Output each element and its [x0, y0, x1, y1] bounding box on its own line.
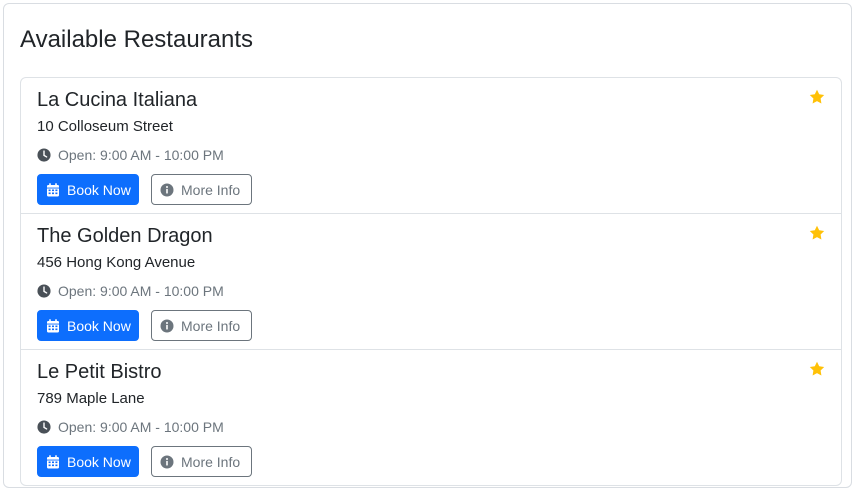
restaurant-address: 789 Maple Lane: [37, 390, 145, 407]
hours-text: Open: 9:00 AM - 10:00 PM: [58, 283, 224, 299]
restaurant-card: La Cucina Italiana 10 Colloseum Street O…: [21, 78, 841, 214]
calendar-icon: [47, 454, 59, 468]
more-info-button[interactable]: More Info: [151, 446, 252, 477]
star-icon[interactable]: [809, 225, 825, 241]
restaurant-actions: Book Now More Info: [37, 446, 252, 477]
book-now-button[interactable]: Book Now: [37, 174, 139, 205]
restaurant-actions: Book Now More Info: [37, 174, 252, 205]
restaurant-actions: Book Now More Info: [37, 310, 252, 341]
book-now-button[interactable]: Book Now: [37, 446, 139, 477]
star-icon[interactable]: [809, 361, 825, 377]
more-info-button[interactable]: More Info: [151, 310, 252, 341]
clock-icon: [37, 420, 51, 434]
info-circle-icon: [160, 319, 174, 332]
restaurant-card: Le Petit Bistro 789 Maple Lane Open: 9:0…: [21, 350, 841, 485]
more-info-label: More Info: [181, 453, 241, 470]
more-info-button[interactable]: More Info: [151, 174, 252, 205]
restaurants-panel: Available Restaurants La Cucina Italiana…: [3, 3, 852, 488]
hours-text: Open: 9:00 AM - 10:00 PM: [58, 419, 224, 435]
restaurant-address: 456 Hong Kong Avenue: [37, 254, 196, 271]
clock-icon: [37, 148, 51, 162]
page-title: Available Restaurants: [20, 26, 254, 53]
restaurant-name: Le Petit Bistro: [37, 361, 162, 383]
book-now-button[interactable]: Book Now: [37, 310, 139, 341]
info-circle-icon: [160, 183, 174, 196]
restaurant-name: The Golden Dragon: [37, 225, 213, 247]
book-now-label: Book Now: [67, 453, 131, 470]
info-circle-icon: [160, 455, 174, 468]
calendar-icon: [47, 318, 59, 332]
book-now-label: Book Now: [67, 181, 131, 198]
restaurant-address: 10 Colloseum Street: [37, 118, 173, 135]
more-info-label: More Info: [181, 181, 241, 198]
calendar-icon: [47, 182, 59, 196]
more-info-label: More Info: [181, 317, 241, 334]
restaurant-card: The Golden Dragon 456 Hong Kong Avenue O…: [21, 214, 841, 350]
restaurant-name: La Cucina Italiana: [37, 89, 198, 111]
book-now-label: Book Now: [67, 317, 131, 334]
restaurant-list: La Cucina Italiana 10 Colloseum Street O…: [20, 77, 842, 486]
restaurant-hours: Open: 9:00 AM - 10:00 PM: [37, 418, 224, 436]
hours-text: Open: 9:00 AM - 10:00 PM: [58, 147, 224, 163]
restaurant-hours: Open: 9:00 AM - 10:00 PM: [37, 282, 224, 300]
clock-icon: [37, 284, 51, 298]
star-icon[interactable]: [809, 89, 825, 105]
restaurant-hours: Open: 9:00 AM - 10:00 PM: [37, 146, 224, 164]
